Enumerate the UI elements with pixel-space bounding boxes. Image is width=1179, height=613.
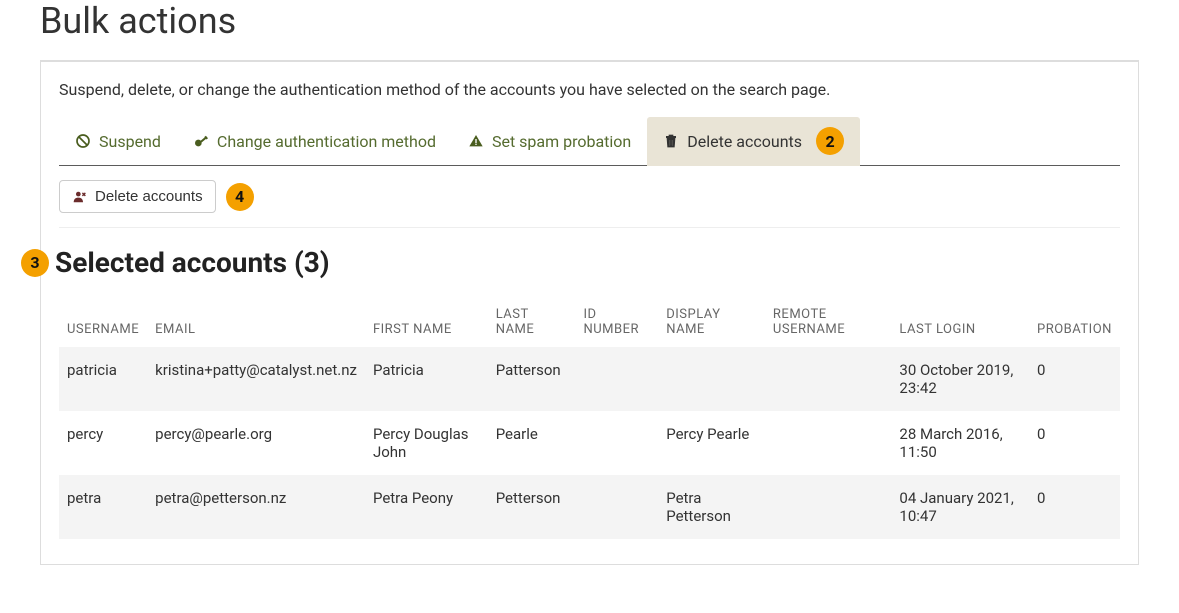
cell-id-number bbox=[575, 475, 658, 539]
cell-email: percy@pearle.org bbox=[147, 411, 365, 475]
col-probation: PROBATION bbox=[1029, 297, 1120, 347]
cell-first-name: Percy Douglas John bbox=[365, 411, 488, 475]
warning-icon bbox=[468, 133, 484, 149]
section-divider bbox=[59, 227, 1120, 228]
col-id-number: ID NUMBER bbox=[575, 297, 658, 347]
user-remove-icon bbox=[72, 190, 87, 204]
col-email: EMAIL bbox=[147, 297, 365, 347]
cell-probation: 0 bbox=[1029, 411, 1120, 475]
col-last-login: LAST LOGIN bbox=[891, 297, 1029, 347]
delete-accounts-button[interactable]: Delete accounts bbox=[59, 180, 216, 213]
tabs: Suspend Change authentication method S bbox=[59, 117, 1120, 166]
table-row: petra petra@petterson.nz Petra Peony Pet… bbox=[59, 475, 1120, 539]
section-heading-row: 3 Selected accounts (3) bbox=[21, 246, 1120, 279]
cell-last-name: Pearle bbox=[488, 411, 576, 475]
col-last-name: LAST NAME bbox=[488, 297, 576, 347]
action-bar: Delete accounts 4 bbox=[59, 180, 1120, 213]
cell-username: patricia bbox=[59, 347, 147, 411]
col-username: USERNAME bbox=[59, 297, 147, 347]
table-row: percy percy@pearle.org Percy Douglas Joh… bbox=[59, 411, 1120, 475]
tab-change-auth[interactable]: Change authentication method bbox=[177, 117, 452, 165]
cell-id-number bbox=[575, 347, 658, 411]
tab-label: Suspend bbox=[99, 132, 161, 151]
cell-username: percy bbox=[59, 411, 147, 475]
cell-email: kristina+patty@catalyst.net.nz bbox=[147, 347, 365, 411]
tab-delete-accounts[interactable]: Delete accounts 2 bbox=[647, 117, 860, 166]
cell-first-name: Patricia bbox=[365, 347, 488, 411]
cell-last-name: Petterson bbox=[488, 475, 576, 539]
cell-first-name: Petra Peony bbox=[365, 475, 488, 539]
cell-last-login: 04 January 2021, 10:47 bbox=[891, 475, 1029, 539]
cell-display-name bbox=[658, 347, 765, 411]
cell-last-name: Patterson bbox=[488, 347, 576, 411]
tab-label: Change authentication method bbox=[217, 132, 436, 151]
accounts-table: USERNAME EMAIL FIRST NAME LAST NAME ID N… bbox=[59, 297, 1120, 539]
cell-display-name: Percy Pearle bbox=[658, 411, 765, 475]
cell-remote-username bbox=[765, 475, 891, 539]
table-header-row: USERNAME EMAIL FIRST NAME LAST NAME ID N… bbox=[59, 297, 1120, 347]
cell-username: petra bbox=[59, 475, 147, 539]
action-badge: 4 bbox=[226, 183, 254, 211]
table-row: patricia kristina+patty@catalyst.net.nz … bbox=[59, 347, 1120, 411]
selected-accounts-heading: Selected accounts (3) bbox=[55, 246, 330, 279]
cell-probation: 0 bbox=[1029, 475, 1120, 539]
tab-label: Delete accounts bbox=[687, 132, 802, 151]
cell-probation: 0 bbox=[1029, 347, 1120, 411]
ban-icon bbox=[75, 133, 91, 149]
cell-id-number bbox=[575, 411, 658, 475]
col-first-name: FIRST NAME bbox=[365, 297, 488, 347]
cell-remote-username bbox=[765, 411, 891, 475]
section-badge: 3 bbox=[21, 249, 49, 277]
page-title: Bulk actions bbox=[40, 0, 1139, 42]
cell-last-login: 28 March 2016, 11:50 bbox=[891, 411, 1029, 475]
col-remote-username: REMOTE USERNAME bbox=[765, 297, 891, 347]
cell-email: petra@petterson.nz bbox=[147, 475, 365, 539]
key-icon bbox=[193, 133, 209, 149]
tab-spam-probation[interactable]: Set spam probation bbox=[452, 117, 647, 165]
cell-remote-username bbox=[765, 347, 891, 411]
description-text: Suspend, delete, or change the authentic… bbox=[59, 80, 1120, 99]
tab-suspend[interactable]: Suspend bbox=[59, 117, 177, 165]
button-label: Delete accounts bbox=[95, 188, 203, 205]
col-display-name: DISPLAY NAME bbox=[658, 297, 765, 347]
panel: Suspend, delete, or change the authentic… bbox=[40, 61, 1139, 565]
cell-display-name: Petra Petterson bbox=[658, 475, 765, 539]
trash-icon bbox=[663, 133, 679, 149]
cell-last-login: 30 October 2019, 23:42 bbox=[891, 347, 1029, 411]
tab-label: Set spam probation bbox=[492, 132, 631, 151]
tab-badge: 2 bbox=[816, 127, 844, 155]
